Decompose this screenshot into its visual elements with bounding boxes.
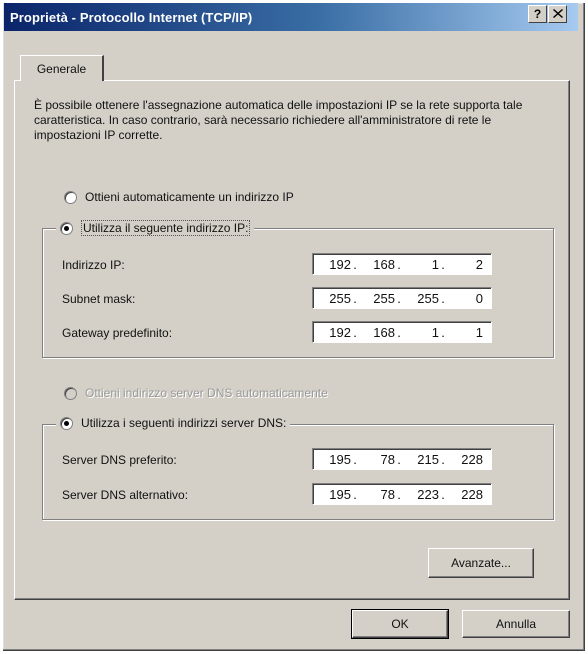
advanced-button-label: Avanzate... — [451, 556, 511, 570]
alternate-dns-label: Server DNS alternativo: — [62, 488, 189, 502]
cancel-button-label: Annulla — [495, 617, 537, 631]
advanced-button[interactable]: Avanzate... — [428, 548, 534, 578]
octet: 1 — [431, 324, 439, 340]
octet: 195 — [329, 486, 351, 502]
octet: 1 — [431, 256, 439, 272]
ip-address-label: Indirizzo IP: — [62, 258, 125, 272]
title-bar[interactable]: Proprietà - Protocollo Internet (TCP/IP) — [4, 3, 578, 31]
octet: 255 — [417, 290, 439, 306]
radio-manual-ip[interactable]: Utilizza il seguente indirizzo IP: — [56, 220, 255, 236]
octet: 78 — [380, 486, 395, 502]
octet: 168 — [373, 324, 395, 340]
close-button[interactable] — [548, 5, 567, 23]
ok-button[interactable]: OK — [351, 609, 449, 639]
tab-label: Generale — [36, 61, 87, 76]
octet: 228 — [461, 486, 483, 502]
window-title: Proprietà - Protocollo Internet (TCP/IP) — [10, 9, 253, 25]
octet: 1 — [475, 324, 483, 340]
cancel-button[interactable]: Annulla — [462, 610, 570, 638]
octet: 228 — [461, 451, 483, 467]
radio-manual-ip-indicator[interactable] — [60, 221, 73, 235]
octet: 0 — [475, 290, 483, 306]
octet: 223 — [417, 486, 439, 502]
help-icon: ? — [533, 7, 542, 21]
octet: 192 — [329, 256, 351, 272]
subnet-mask-label: Subnet mask: — [62, 292, 136, 306]
radio-auto-ip-indicator[interactable] — [64, 190, 77, 204]
help-button[interactable]: ? — [528, 5, 547, 23]
description-text: È possibile ottenere l'assegnazione auto… — [34, 98, 523, 142]
gateway-field[interactable]: 192. 168. 1. 1 — [312, 321, 492, 343]
ok-button-label: OK — [391, 617, 409, 631]
preferred-dns-label: Server DNS preferito: — [62, 453, 177, 467]
subnet-mask-field[interactable]: 255. 255. 255. 0 — [312, 287, 492, 309]
radio-manual-dns[interactable]: Utilizza i seguenti indirizzi server DNS… — [56, 416, 291, 430]
gateway-label: Gateway predefinito: — [62, 326, 173, 340]
radio-auto-dns[interactable]: Ottieni indirizzo server DNS automaticam… — [64, 386, 328, 400]
radio-auto-dns-label: Ottieni indirizzo server DNS automaticam… — [85, 386, 328, 400]
octet: 2 — [475, 256, 483, 272]
radio-manual-ip-label: Utilizza il seguente indirizzo IP: — [81, 220, 251, 236]
octet: 255 — [373, 290, 395, 306]
alternate-dns-field[interactable]: 195. 78. 223. 228 — [312, 483, 492, 505]
radio-auto-ip[interactable]: Ottieni automaticamente un indirizzo IP — [64, 190, 294, 204]
octet: 78 — [380, 451, 395, 467]
close-icon — [552, 8, 563, 20]
radio-auto-dns-indicator[interactable] — [64, 386, 77, 400]
radio-manual-dns-indicator[interactable] — [60, 416, 73, 430]
preferred-dns-field[interactable]: 195. 78. 215. 228 — [312, 448, 492, 470]
octet: 195 — [329, 451, 351, 467]
octet: 192 — [329, 324, 351, 340]
tab-generale[interactable]: Generale — [20, 55, 104, 81]
ip-address-field[interactable]: 192. 168. 1. 2 — [312, 253, 492, 275]
radio-manual-dns-label: Utilizza i seguenti indirizzi server DNS… — [81, 416, 287, 430]
octet: 215 — [417, 451, 439, 467]
octet: 168 — [373, 256, 395, 272]
octet: 255 — [329, 290, 351, 306]
dns-group-box — [42, 424, 554, 520]
radio-auto-ip-label: Ottieni automaticamente un indirizzo IP — [85, 190, 294, 204]
